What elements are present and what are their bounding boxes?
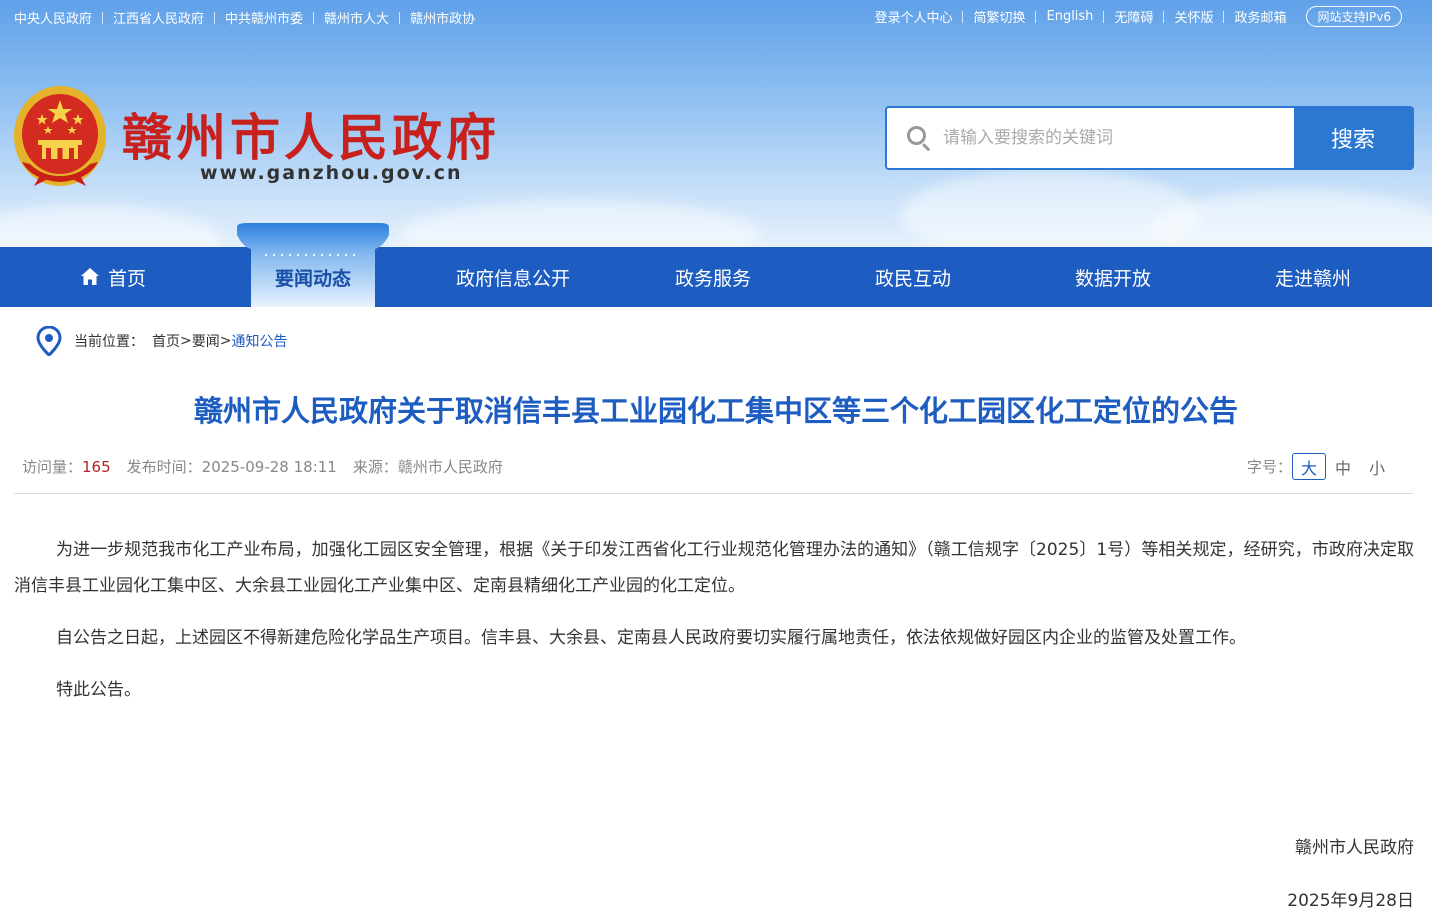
nav-item-label: 首页 [107,267,146,290]
nav-item-about-ganzhou[interactable]: 走进赣州 [1213,247,1413,307]
breadcrumb-home-link[interactable]: 首页 [152,331,180,351]
ipv6-badge: 网站支持IPv6 [1306,6,1402,27]
site-header: 中央人民政府 江西省人民政府 中共赣州市委 赣州市人大 赣州市政协 登录个人中心… [0,0,1432,247]
login-personal-center-link[interactable]: 登录个人中心 [864,7,962,26]
font-size-large-button[interactable]: 大 [1292,453,1326,480]
site-name[interactable]: 赣州市人民政府 [122,98,500,170]
accessibility-link[interactable]: 无障碍 [1104,7,1163,26]
location-pin-icon [36,326,62,356]
nav-item-government-services[interactable]: 政务服务 [613,247,813,307]
breadcrumb-prefix: 当前位置： [74,334,144,350]
article-body: 为进一步规范我市化工产业布局，加强化工园区安全管理，根据《关于印发江西省化工行业… [14,532,1414,724]
search-icon [905,124,933,152]
cloud-decoration [0,205,220,247]
nav-item-home[interactable]: 首页 [13,247,213,307]
national-emblem-icon [14,86,106,186]
visits-meta: 访问量：165 [22,456,111,477]
visits-label: 访问量： [22,458,83,476]
breadcrumb-separator: > [219,333,232,349]
breadcrumb-notices-link[interactable]: 通知公告 [231,331,287,351]
date-meta: 发布时间：2025-09-28 18:11 [127,456,337,477]
article-title: 赣州市人民政府关于取消信丰县工业园化工集中区等三个化工园区化工定位的公告 [193,394,1238,428]
nav-items: 首页 要闻动态 政府信息公开 政务服务 政民互动 数据开放 走进赣州 [0,247,1432,307]
nav-item-news[interactable]: 要闻动态 [213,247,413,307]
font-size-small-button[interactable]: 小 [1360,453,1394,480]
cloud-decoration [400,200,760,247]
elderly-care-mode-link[interactable]: 关怀版 [1164,7,1223,26]
article-paragraph: 为进一步规范我市化工产业布局，加强化工园区安全管理，根据《关于印发江西省化工行业… [14,540,1414,596]
font-size-label: 字号： [1246,458,1292,476]
link-ganzhou-npc[interactable]: 赣州市人大 [314,8,399,27]
home-icon [80,268,99,285]
cloud-decoration [1150,190,1432,247]
publish-date: 2025-09-28 18:11 [201,458,337,476]
search-box: 搜索 [885,106,1414,170]
site-url: www.ganzhou.gov.cn [200,162,463,184]
government-links: 中央人民政府 江西省人民政府 中共赣州市委 赣州市人大 赣州市政协 [14,8,485,27]
font-size-medium-button[interactable]: 中 [1326,453,1360,480]
english-link[interactable]: English [1036,9,1103,24]
link-jiangxi-government[interactable]: 江西省人民政府 [103,8,214,27]
font-size-control: 字号： 大 中 小 [1247,453,1394,480]
search-button[interactable]: 搜索 [1294,108,1412,168]
source-meta: 来源：赣州市人民政府 [353,456,503,477]
signature-date: 2025年9月28日 [1287,891,1414,911]
government-mail-link[interactable]: 政务邮箱 [1224,7,1296,26]
utility-links: 登录个人中心 简繁切换 English 无障碍 关怀版 政务邮箱 网站支持IPv… [864,6,1402,27]
link-ganzhou-party-committee[interactable]: 中共赣州市委 [215,8,313,27]
article-paragraph: 自公告之日起，上述园区不得新建危险化学品生产项目。信丰县、大余县、定南县人民政府… [56,628,1246,648]
search-input[interactable] [943,128,1273,148]
simplified-traditional-toggle[interactable]: 简繁切换 [963,7,1035,26]
breadcrumb-separator: > [180,333,192,349]
link-ganzhou-cppcc[interactable]: 赣州市政协 [400,8,485,27]
signature-organization: 赣州市人民政府 [1295,838,1414,858]
breadcrumb-news-link[interactable]: 要闻 [192,331,220,351]
article-paragraph: 特此公告。 [56,680,141,700]
nav-item-government-info[interactable]: 政府信息公开 [413,247,613,307]
search-input-wrapper [887,108,1294,168]
visits-count: 165 [82,458,111,476]
link-central-government[interactable]: 中央人民政府 [14,8,102,27]
nav-item-open-data[interactable]: 数据开放 [1013,247,1213,307]
breadcrumb: 当前位置： 首页 > 要闻 > 通知公告 [36,326,287,356]
nav-item-public-interaction[interactable]: 政民互动 [813,247,1013,307]
source-label: 来源： [352,458,398,476]
article-meta: 访问量：165 发布时间：2025-09-28 18:11 来源：赣州市人民政府 [22,456,519,477]
date-label: 发布时间： [126,458,202,476]
source-value: 赣州市人民政府 [397,458,503,476]
divider [14,493,1413,494]
